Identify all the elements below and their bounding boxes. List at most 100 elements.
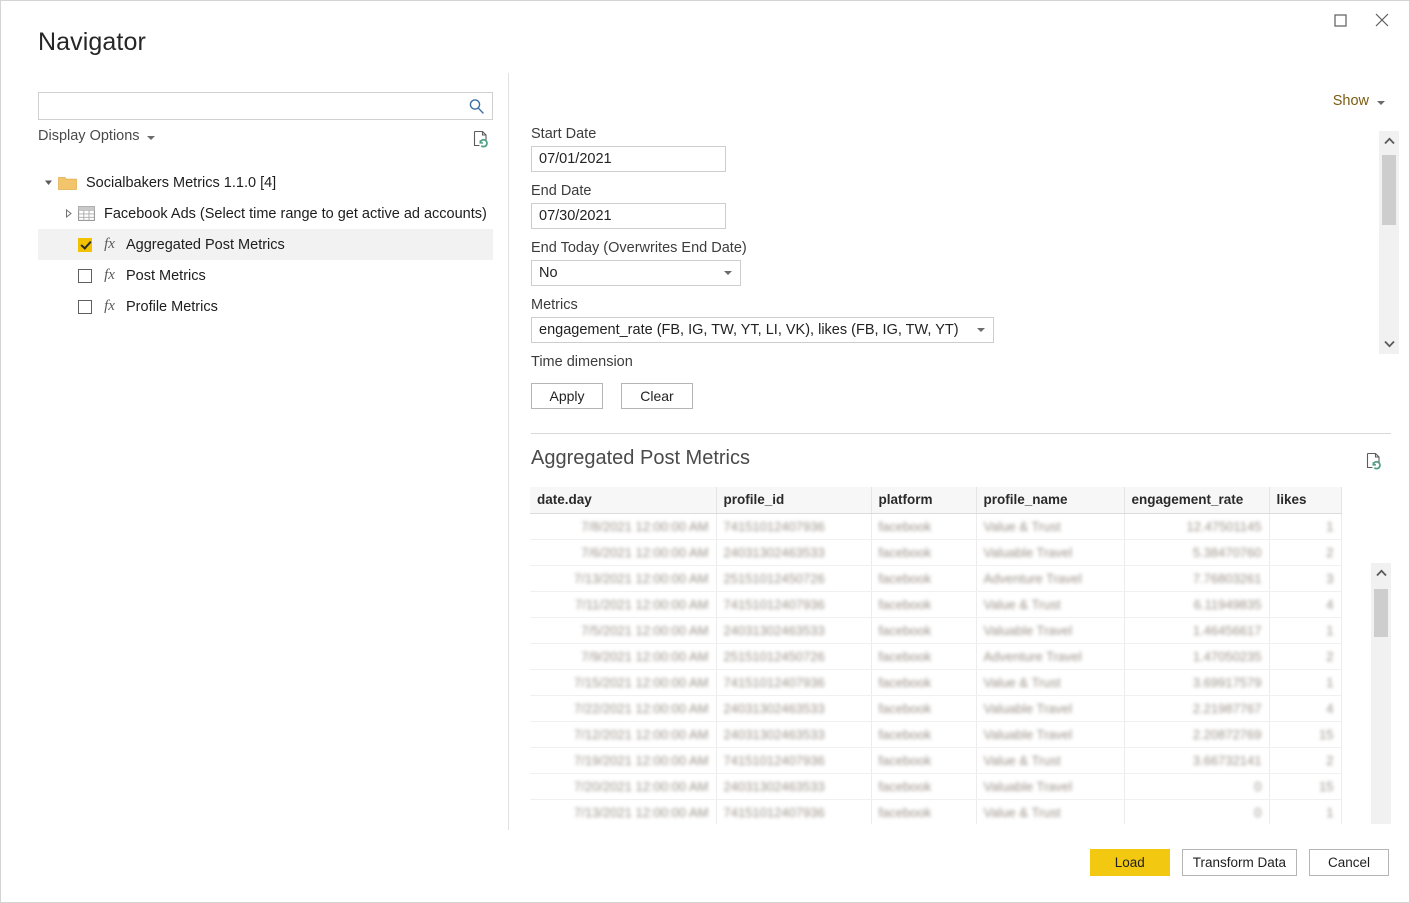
field-time-dimension: Time dimension [531,354,1361,370]
table-cell: Valuable Travel [976,773,1125,800]
tree-item-label: Aggregated Post Metrics [126,236,285,253]
column-header-likes[interactable]: likes [1269,487,1342,514]
table-scrollbar-thumb[interactable] [1374,589,1388,637]
table-row[interactable]: 7/15/2021 12:00:00 AM 74151012407936 faceb… [530,669,1342,696]
table-cell: facebook [871,747,977,774]
field-metrics: Metrics engagement_rate (FB, IG, TW, YT,… [531,297,1361,343]
table-cell: 2 [1269,747,1342,774]
table-cell: 7/19/2021 12:00:00 AM [530,747,717,774]
column-header-profile-id[interactable]: profile_id [716,487,872,514]
preview-table: date.day profile_id platform profile_nam… [530,487,1342,824]
chevron-collapsed-icon[interactable] [58,209,78,218]
table-cell: 15 [1269,721,1342,748]
table-cell: facebook [871,591,977,618]
refresh-document-icon[interactable] [1364,451,1384,471]
chevron-down-icon [977,328,985,332]
column-header-profile-name[interactable]: profile_name [976,487,1125,514]
end-today-label: End Today (Overwrites End Date) [531,240,747,256]
chevron-expanded-icon[interactable] [38,178,58,187]
cancel-button[interactable]: Cancel [1309,849,1389,876]
table-cell: Valuable Travel [976,695,1125,722]
table-cell: Value & Trust [976,747,1125,774]
table-row[interactable]: 7/19/2021 12:00:00 AM 74151012407936 faceb… [530,747,1342,774]
search-box[interactable] [38,92,493,120]
table-cell: 7/12/2021 12:00:00 AM [530,721,717,748]
table-cell: facebook [871,721,977,748]
preview-table-body: 7/8/2021 12:00:00 AM 74151012407936 facebo… [530,513,1342,824]
search-icon[interactable] [465,96,487,117]
table-row[interactable]: 7/8/2021 12:00:00 AM 74151012407936 facebo… [530,513,1342,540]
table-cell: 3 [1269,565,1342,592]
table-cell: 74151012407936 [716,747,872,774]
table-cell: 24031302463533 [716,721,872,748]
metrics-value[interactable]: engagement_rate (FB, IG, TW, YT, LI, VK)… [531,317,994,343]
table-row[interactable]: 7/12/2021 12:00:00 AM 24031302463533 faceb… [530,721,1342,748]
form-scrollbar-thumb[interactable] [1382,155,1396,225]
maximize-icon[interactable] [1319,5,1361,35]
table-cell: 7/6/2021 12:00:00 AM [530,539,717,566]
function-icon: fx [104,236,115,252]
display-options-menu[interactable]: Display Options [38,128,155,144]
tree-item-facebook-ads[interactable]: Facebook Ads (Select time range to get a… [38,198,493,229]
section-divider [531,433,1391,434]
column-header-platform[interactable]: platform [871,487,977,514]
end-today-value[interactable]: No [531,260,741,286]
table-cell: 0 [1124,799,1270,824]
metrics-dropdown[interactable]: engagement_rate (FB, IG, TW, YT, LI, VK)… [531,317,994,343]
table-cell: facebook [871,669,977,696]
form-scrollbar[interactable] [1379,131,1399,354]
table-row[interactable]: 7/13/2021 12:00:00 AM 25151012450726 faceb… [530,565,1342,592]
preview-table-area: date.day profile_id platform profile_nam… [530,487,1391,824]
start-date-input[interactable] [531,146,726,172]
table-cell: facebook [871,539,977,566]
refresh-document-icon[interactable] [471,129,491,149]
left-pane: Display Options Socialbakers Metrics 1.1… [1,73,509,830]
scroll-up-icon[interactable] [1383,131,1395,151]
show-menu[interactable]: Show [1333,93,1385,109]
clear-button[interactable]: Clear [621,383,693,409]
form-button-row: Apply Clear [531,383,1361,409]
table-row[interactable]: 7/6/2021 12:00:00 AM 24031302463533 facebo… [530,539,1342,566]
start-date-label: Start Date [531,126,597,142]
table-row[interactable]: 7/13/2021 12:00:00 AM 74151012407936 faceb… [530,799,1342,824]
tree-item-label: Socialbakers Metrics 1.1.0 [4] [86,174,277,191]
tree-item-profile-metrics[interactable]: fx Profile Metrics [38,291,493,322]
parameter-form: Start Date End Date End Today (Overwrite… [531,126,1361,409]
apply-button[interactable]: Apply [531,383,603,409]
tree-item-checkbox[interactable] [78,237,92,252]
table-row[interactable]: 7/9/2021 12:00:00 AM 25151012450726 facebo… [530,643,1342,670]
table-cell: 74151012407936 [716,799,872,824]
tree-item-checkbox[interactable] [78,299,92,314]
table-row[interactable]: 7/22/2021 12:00:00 AM 24031302463533 faceb… [530,695,1342,722]
tree-item-socialbakers-metrics[interactable]: Socialbakers Metrics 1.1.0 [4] [38,167,493,198]
scroll-down-icon[interactable] [1383,334,1395,354]
close-icon[interactable] [1361,5,1403,35]
table-row[interactable]: 7/5/2021 12:00:00 AM 24031302463533 facebo… [530,617,1342,644]
column-header-date-day[interactable]: date.day [530,487,717,514]
tree-item-label: Profile Metrics [126,298,218,315]
table-cell: 1 [1269,513,1342,540]
page-title: Navigator [38,28,146,56]
table-cell: Valuable Travel [976,721,1125,748]
scroll-up-icon[interactable] [1375,563,1387,583]
tree-item-post-metrics[interactable]: fx Post Metrics [38,260,493,291]
table-cell: facebook [871,643,977,670]
tree-item-aggregated-post-metrics[interactable]: fx Aggregated Post Metrics [38,229,493,260]
transform-data-button[interactable]: Transform Data [1181,849,1297,876]
load-button[interactable]: Load [1089,849,1170,876]
search-input[interactable] [39,93,459,119]
table-row[interactable]: 7/20/2021 12:00:00 AM 24031302463533 faceb… [530,773,1342,800]
table-row[interactable]: 7/11/2021 12:00:00 AM 74151012407936 faceb… [530,591,1342,618]
column-header-engagement-rate[interactable]: engagement_rate [1124,487,1270,514]
table-cell: 74151012407936 [716,669,872,696]
show-label: Show [1332,93,1369,109]
table-cell: Value & Trust [976,591,1125,618]
tree-item-checkbox[interactable] [78,268,92,283]
table-cell: Value & Trust [976,799,1125,824]
table-scrollbar[interactable] [1371,563,1391,824]
end-today-dropdown[interactable]: No [531,260,741,286]
table-cell: 1.47050235 [1124,643,1270,670]
end-date-input[interactable] [531,203,726,229]
table-cell: 5.38470760 [1124,539,1270,566]
title-bar: Navigator [1,1,1409,73]
